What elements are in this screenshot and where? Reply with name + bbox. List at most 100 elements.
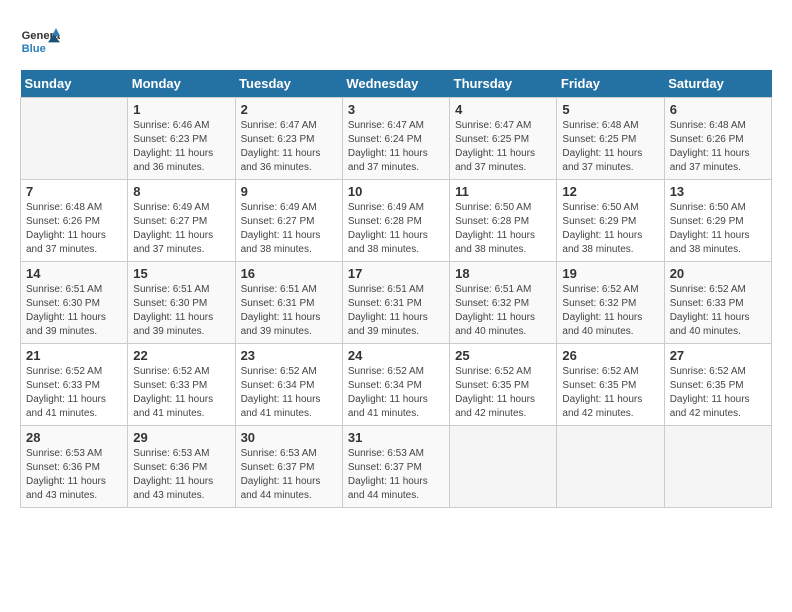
- calendar-table: SundayMondayTuesdayWednesdayThursdayFrid…: [20, 70, 772, 508]
- calendar-cell: 7 Sunrise: 6:48 AM Sunset: 6:26 PM Daylig…: [21, 180, 128, 262]
- day-info: Sunrise: 6:49 AM Sunset: 6:27 PM Dayligh…: [241, 201, 337, 257]
- week-row-2: 7 Sunrise: 6:48 AM Sunset: 6:26 PM Daylig…: [21, 180, 772, 262]
- calendar-cell: 26Sunrise: 6:52 AM Sunset: 6:35 PM Dayli…: [557, 344, 664, 426]
- day-info: Sunrise: 6:52 AM Sunset: 6:33 PM Dayligh…: [670, 283, 766, 339]
- calendar-cell: 20 Sunrise: 6:52 AM Sunset: 6:33 PM Dayli…: [664, 262, 771, 344]
- day-number: 8: [133, 184, 229, 199]
- calendar-cell: 16Sunrise: 6:51 AM Sunset: 6:31 PM Dayli…: [235, 262, 342, 344]
- day-info: Sunrise: 6:50 AM Sunset: 6:28 PM Dayligh…: [455, 201, 551, 257]
- day-info: Sunrise: 6:49 AM Sunset: 6:28 PM Dayligh…: [348, 201, 444, 257]
- calendar-cell: 14 Sunrise: 6:51 AM Sunset: 6:30 PM Dayli…: [21, 262, 128, 344]
- day-number: 19: [562, 266, 658, 281]
- day-number: 26: [562, 348, 658, 363]
- day-info: Sunrise: 6:53 AM Sunset: 6:37 PM Dayligh…: [241, 447, 337, 503]
- day-info: Sunrise: 6:52 AM Sunset: 6:35 PM Dayligh…: [455, 365, 551, 421]
- day-number: 14: [26, 266, 122, 281]
- day-info: Sunrise: 6:49 AM Sunset: 6:27 PM Dayligh…: [133, 201, 229, 257]
- day-number: 7: [26, 184, 122, 199]
- calendar-cell: 22Sunrise: 6:52 AM Sunset: 6:33 PM Dayli…: [128, 344, 235, 426]
- day-header-monday: Monday: [128, 70, 235, 98]
- calendar-cell: 28Sunrise: 6:53 AM Sunset: 6:36 PM Dayli…: [21, 426, 128, 508]
- calendar-cell: 27 Sunrise: 6:52 AM Sunset: 6:35 PM Dayli…: [664, 344, 771, 426]
- day-headers-row: SundayMondayTuesdayWednesdayThursdayFrid…: [21, 70, 772, 98]
- calendar-cell: 9 Sunrise: 6:49 AM Sunset: 6:27 PM Daylig…: [235, 180, 342, 262]
- calendar-cell: 17 Sunrise: 6:51 AM Sunset: 6:31 PM Dayli…: [342, 262, 449, 344]
- day-number: 4: [455, 102, 551, 117]
- calendar-cell: 5 Sunrise: 6:48 AM Sunset: 6:25 PM Daylig…: [557, 98, 664, 180]
- day-number: 15: [133, 266, 229, 281]
- day-number: 31: [348, 430, 444, 445]
- calendar-cell: 6 Sunrise: 6:48 AM Sunset: 6:26 PM Daylig…: [664, 98, 771, 180]
- calendar-cell: 1 Sunrise: 6:46 AM Sunset: 6:23 PM Daylig…: [128, 98, 235, 180]
- calendar-cell: [450, 426, 557, 508]
- day-number: 3: [348, 102, 444, 117]
- day-info: Sunrise: 6:52 AM Sunset: 6:34 PM Dayligh…: [348, 365, 444, 421]
- calendar-cell: [21, 98, 128, 180]
- day-number: 10: [348, 184, 444, 199]
- day-info: Sunrise: 6:51 AM Sunset: 6:31 PM Dayligh…: [348, 283, 444, 339]
- day-number: 20: [670, 266, 766, 281]
- day-number: 13: [670, 184, 766, 199]
- calendar-cell: 8 Sunrise: 6:49 AM Sunset: 6:27 PM Daylig…: [128, 180, 235, 262]
- calendar-cell: 3 Sunrise: 6:47 AM Sunset: 6:24 PM Daylig…: [342, 98, 449, 180]
- day-info: Sunrise: 6:48 AM Sunset: 6:25 PM Dayligh…: [562, 119, 658, 175]
- day-info: Sunrise: 6:52 AM Sunset: 6:33 PM Dayligh…: [26, 365, 122, 421]
- day-info: Sunrise: 6:51 AM Sunset: 6:32 PM Dayligh…: [455, 283, 551, 339]
- day-number: 25: [455, 348, 551, 363]
- calendar-cell: 23Sunrise: 6:52 AM Sunset: 6:34 PM Dayli…: [235, 344, 342, 426]
- day-info: Sunrise: 6:50 AM Sunset: 6:29 PM Dayligh…: [670, 201, 766, 257]
- day-number: 1: [133, 102, 229, 117]
- calendar-cell: 19 Sunrise: 6:52 AM Sunset: 6:32 PM Dayli…: [557, 262, 664, 344]
- day-info: Sunrise: 6:51 AM Sunset: 6:30 PM Dayligh…: [133, 283, 229, 339]
- day-info: Sunrise: 6:53 AM Sunset: 6:37 PM Dayligh…: [348, 447, 444, 503]
- day-number: 29: [133, 430, 229, 445]
- svg-text:Blue: Blue: [22, 43, 46, 55]
- day-number: 16: [241, 266, 337, 281]
- day-info: Sunrise: 6:47 AM Sunset: 6:25 PM Dayligh…: [455, 119, 551, 175]
- calendar-cell: 31 Sunrise: 6:53 AM Sunset: 6:37 PM Dayli…: [342, 426, 449, 508]
- calendar-cell: 25 Sunrise: 6:52 AM Sunset: 6:35 PM Dayli…: [450, 344, 557, 426]
- day-info: Sunrise: 6:48 AM Sunset: 6:26 PM Dayligh…: [26, 201, 122, 257]
- logo: General Blue: [20, 20, 64, 60]
- calendar-cell: 4 Sunrise: 6:47 AM Sunset: 6:25 PM Daylig…: [450, 98, 557, 180]
- day-info: Sunrise: 6:48 AM Sunset: 6:26 PM Dayligh…: [670, 119, 766, 175]
- day-number: 9: [241, 184, 337, 199]
- calendar-cell: [664, 426, 771, 508]
- calendar-cell: 2Sunrise: 6:47 AM Sunset: 6:23 PM Daylig…: [235, 98, 342, 180]
- day-number: 2: [241, 102, 337, 117]
- day-info: Sunrise: 6:52 AM Sunset: 6:35 PM Dayligh…: [670, 365, 766, 421]
- day-info: Sunrise: 6:47 AM Sunset: 6:24 PM Dayligh…: [348, 119, 444, 175]
- calendar-cell: 18Sunrise: 6:51 AM Sunset: 6:32 PM Dayli…: [450, 262, 557, 344]
- calendar-cell: 24 Sunrise: 6:52 AM Sunset: 6:34 PM Dayli…: [342, 344, 449, 426]
- week-row-3: 14 Sunrise: 6:51 AM Sunset: 6:30 PM Dayli…: [21, 262, 772, 344]
- week-row-5: 28Sunrise: 6:53 AM Sunset: 6:36 PM Dayli…: [21, 426, 772, 508]
- day-header-friday: Friday: [557, 70, 664, 98]
- day-number: 27: [670, 348, 766, 363]
- day-info: Sunrise: 6:52 AM Sunset: 6:32 PM Dayligh…: [562, 283, 658, 339]
- day-info: Sunrise: 6:51 AM Sunset: 6:30 PM Dayligh…: [26, 283, 122, 339]
- week-row-1: 1 Sunrise: 6:46 AM Sunset: 6:23 PM Daylig…: [21, 98, 772, 180]
- day-header-wednesday: Wednesday: [342, 70, 449, 98]
- calendar-cell: 30 Sunrise: 6:53 AM Sunset: 6:37 PM Dayli…: [235, 426, 342, 508]
- day-info: Sunrise: 6:50 AM Sunset: 6:29 PM Dayligh…: [562, 201, 658, 257]
- calendar-cell: 29Sunrise: 6:53 AM Sunset: 6:36 PM Dayli…: [128, 426, 235, 508]
- day-number: 6: [670, 102, 766, 117]
- week-row-4: 21 Sunrise: 6:52 AM Sunset: 6:33 PM Dayli…: [21, 344, 772, 426]
- day-number: 23: [241, 348, 337, 363]
- calendar-cell: 21 Sunrise: 6:52 AM Sunset: 6:33 PM Dayli…: [21, 344, 128, 426]
- day-info: Sunrise: 6:52 AM Sunset: 6:33 PM Dayligh…: [133, 365, 229, 421]
- day-number: 24: [348, 348, 444, 363]
- day-number: 5: [562, 102, 658, 117]
- day-number: 12: [562, 184, 658, 199]
- calendar-cell: 10 Sunrise: 6:49 AM Sunset: 6:28 PM Dayli…: [342, 180, 449, 262]
- day-number: 11: [455, 184, 551, 199]
- page-header: General Blue: [20, 20, 772, 60]
- calendar-cell: [557, 426, 664, 508]
- day-number: 17: [348, 266, 444, 281]
- day-info: Sunrise: 6:46 AM Sunset: 6:23 PM Dayligh…: [133, 119, 229, 175]
- calendar-cell: 11 Sunrise: 6:50 AM Sunset: 6:28 PM Dayli…: [450, 180, 557, 262]
- day-number: 21: [26, 348, 122, 363]
- day-number: 30: [241, 430, 337, 445]
- day-header-thursday: Thursday: [450, 70, 557, 98]
- day-number: 28: [26, 430, 122, 445]
